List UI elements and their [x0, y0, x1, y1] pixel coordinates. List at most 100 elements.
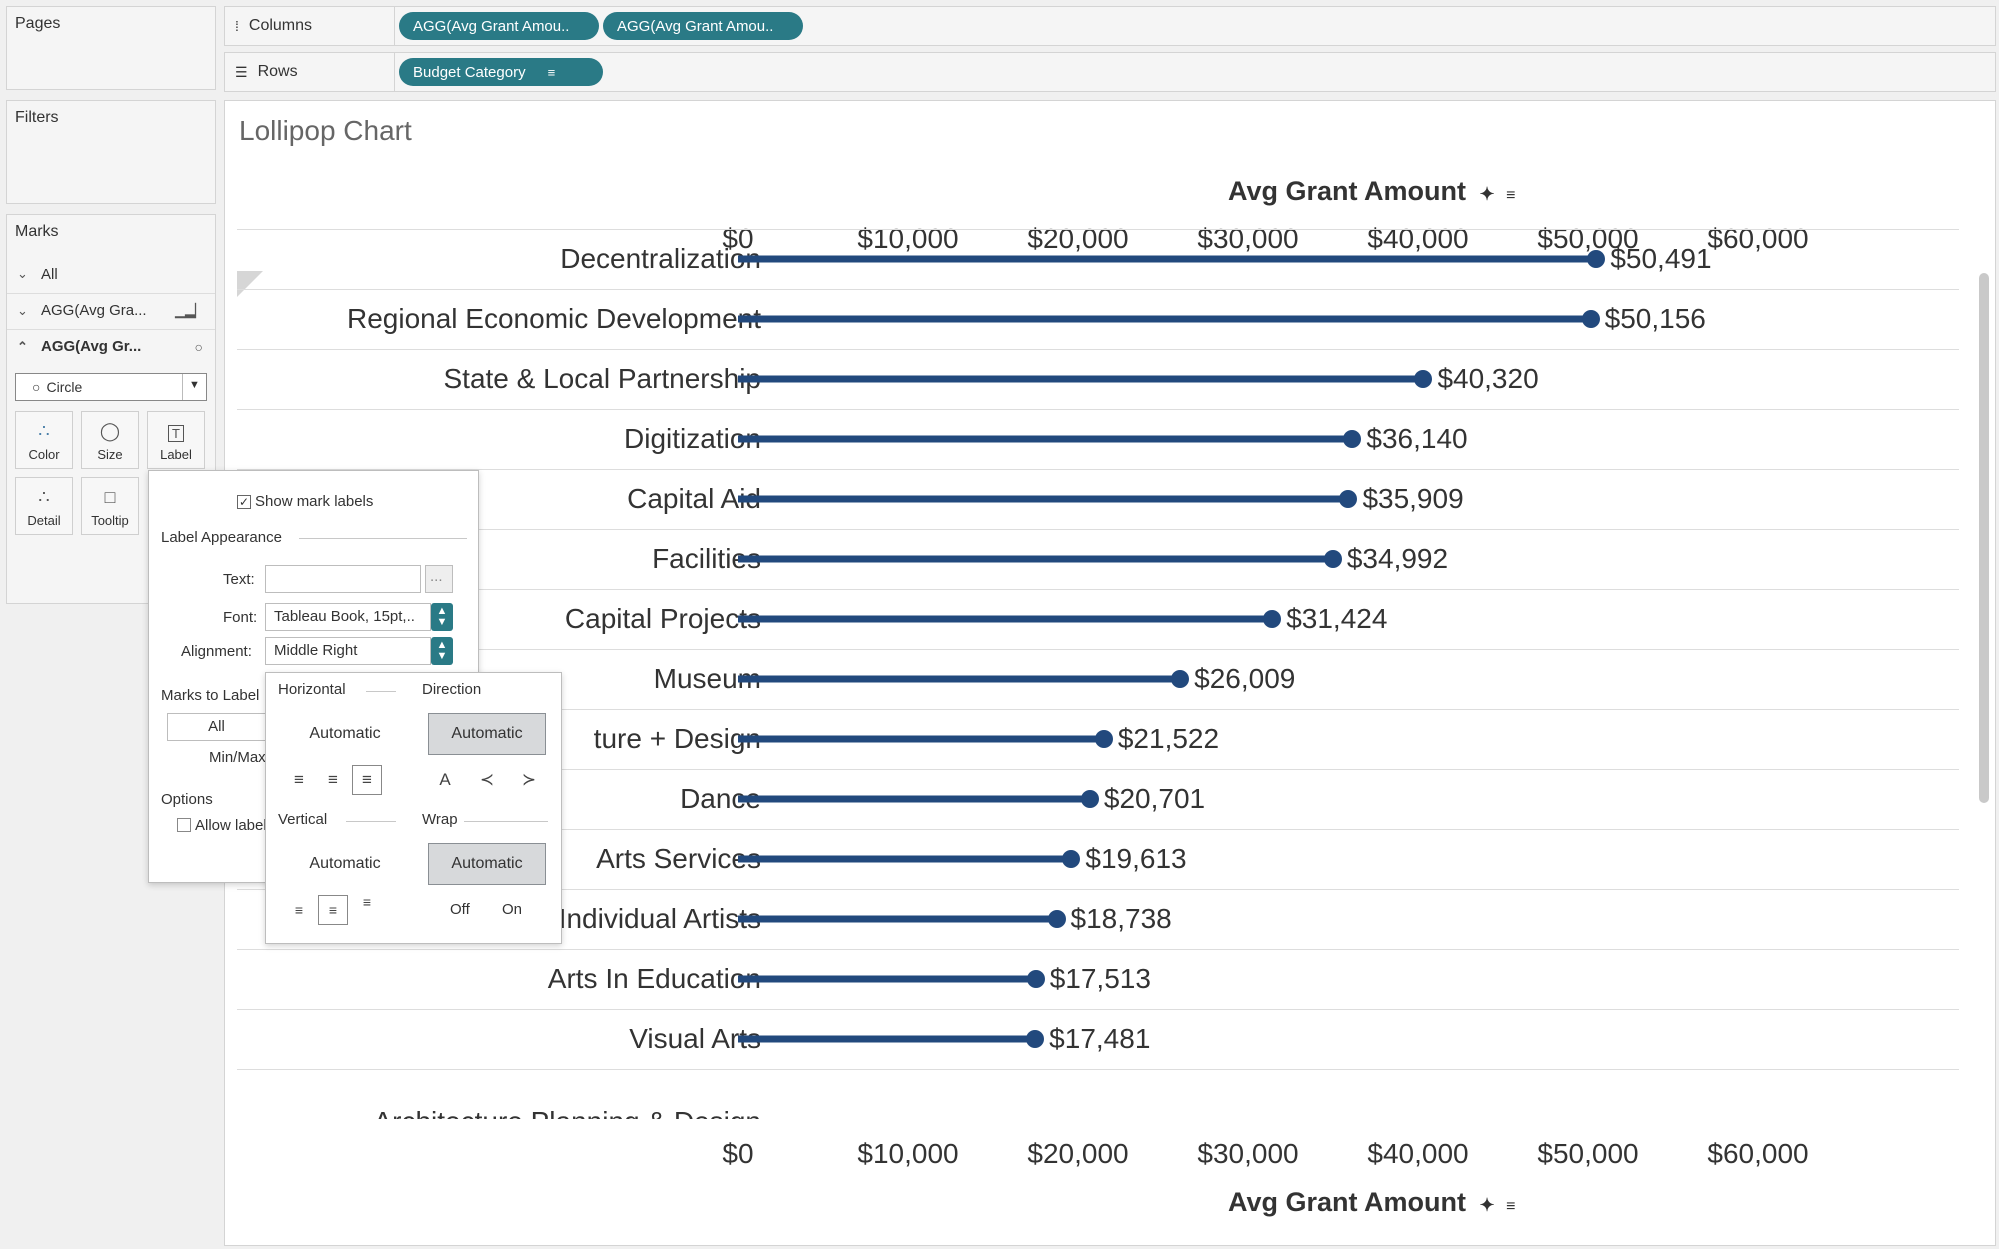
marks-to-label-all[interactable]: All	[167, 713, 265, 741]
alignment-dropdown-icon[interactable]: ▲ ▼	[431, 637, 453, 665]
text-edit-button[interactable]: ...	[425, 565, 453, 593]
category-label[interactable]: Decentralization	[560, 243, 761, 275]
tooltip-bubble-icon: □	[104, 487, 116, 507]
marks-card-label: All	[41, 265, 58, 283]
show-labels-text: Show mark labels	[255, 493, 374, 510]
category-label[interactable]: Arts Services	[596, 843, 761, 875]
color-button[interactable]: ∴ Color	[15, 411, 73, 469]
direction-horizontal-icon[interactable]: A	[430, 765, 460, 795]
lollipop-dot[interactable]	[1062, 850, 1081, 868]
lollipop-stick[interactable]	[738, 435, 1353, 443]
category-label[interactable]: ture + Design	[594, 723, 761, 755]
dropdown-arrow-icon: ▼	[182, 374, 206, 400]
filters-pane[interactable]: Filters	[6, 100, 216, 204]
data-label: $31,424	[1286, 603, 1388, 634]
lollipop-dot[interactable]	[1587, 250, 1606, 268]
color-dots-icon: ∴	[38, 421, 50, 441]
wrap-off-option[interactable]: Off	[450, 901, 470, 918]
top-axis-title[interactable]: Avg Grant Amount ✦ ≡	[1228, 176, 1515, 207]
align-top-icon[interactable]: ≡	[352, 887, 382, 917]
marks-card-all[interactable]: ⌄ All	[7, 257, 215, 291]
tooltip-button[interactable]: □ Tooltip	[81, 477, 139, 535]
pages-pane: Pages	[6, 6, 216, 90]
lollipop-stick[interactable]	[738, 375, 1424, 383]
lollipop-dot[interactable]	[1047, 910, 1066, 928]
row-pill-label: Budget Category	[413, 63, 526, 81]
row-divider	[237, 589, 1959, 590]
marks-card-bar[interactable]: ⌄ AGG(Avg Gra... ▁▂▏	[7, 293, 215, 327]
column-pill-1[interactable]: AGG(Avg Grant Amou..	[399, 12, 599, 40]
lollipop-dot[interactable]	[1323, 550, 1342, 568]
bottom-axis-title[interactable]: Avg Grant Amount ✦ ≡	[1228, 1187, 1515, 1218]
color-button-label: Color	[28, 447, 60, 462]
mark-type-select[interactable]: ○ Circle ▼	[15, 373, 207, 401]
top-axis-tick-label: $60,000	[1707, 223, 1809, 254]
lollipop-stick[interactable]	[738, 1035, 1036, 1043]
category-label[interactable]: Individual Artists	[559, 903, 761, 935]
font-select[interactable]: Tableau Book, 15pt,..	[265, 603, 431, 631]
lollipop-dot[interactable]	[1171, 670, 1190, 688]
lollipop-stick[interactable]	[738, 555, 1333, 563]
lollipop-dot[interactable]	[1026, 1030, 1045, 1048]
lollipop-stick[interactable]	[738, 315, 1591, 323]
text-field[interactable]	[265, 565, 421, 593]
row-divider	[237, 649, 1959, 650]
lollipop-stick[interactable]	[738, 615, 1273, 623]
lollipop-stick[interactable]	[738, 255, 1597, 263]
marks-card-circle[interactable]: ⌃ AGG(Avg Gr... ○	[7, 329, 215, 363]
align-right-icon[interactable]: ≡	[352, 765, 382, 795]
show-labels-checkbox[interactable]: ✓ Show mark labels	[237, 493, 373, 510]
lollipop-stick[interactable]	[738, 795, 1090, 803]
category-label[interactable]: State & Local Partnership	[443, 363, 761, 395]
detail-button[interactable]: ∴ Detail	[15, 477, 73, 535]
lollipop-stick[interactable]	[738, 675, 1181, 683]
vertical-scrollbar[interactable]	[1979, 273, 1989, 803]
wrap-on-option[interactable]: On	[502, 901, 522, 918]
data-label: $36,140	[1366, 423, 1468, 454]
alignment-select[interactable]: Middle Right	[265, 637, 431, 665]
rows-shelf[interactable]: ☰ Rows Budget Category ≡	[224, 52, 1996, 92]
lollipop-dot[interactable]	[1414, 370, 1433, 388]
align-middle-icon[interactable]: ≡	[318, 895, 348, 925]
direction-up-icon[interactable]: ≺	[472, 765, 502, 795]
columns-shelf-label: ⁞ Columns	[225, 7, 395, 45]
min-max-option[interactable]: Min/Max	[209, 749, 265, 766]
row-pill-budget-category[interactable]: Budget Category ≡	[399, 58, 603, 86]
lollipop-dot[interactable]	[1094, 730, 1113, 748]
category-label[interactable]: Regional Economic Development	[347, 303, 761, 335]
direction-down-icon[interactable]: ≻	[514, 765, 544, 795]
text-field-label: Text:	[223, 571, 255, 588]
lollipop-stick[interactable]	[738, 855, 1072, 863]
columns-shelf[interactable]: ⁞ Columns AGG(Avg Grant Amou.. AGG(Avg G…	[224, 6, 1996, 46]
lollipop-dot[interactable]	[1080, 790, 1099, 808]
bar-chart-icon: ▁▂▏	[175, 302, 205, 318]
lollipop-stick[interactable]	[738, 495, 1349, 503]
lollipop-dot[interactable]	[1343, 430, 1362, 448]
sort-icon: ≡	[1506, 187, 1516, 204]
allow-labels-checkbox[interactable]: Allow labels	[177, 817, 265, 834]
direction-heading: Direction	[422, 681, 482, 698]
lollipop-dot[interactable]	[1263, 610, 1282, 628]
detail-button-label: Detail	[27, 513, 61, 528]
align-left-icon[interactable]: ≡	[284, 765, 314, 795]
wrap-automatic-button[interactable]: Automatic	[428, 843, 546, 885]
font-dropdown-icon[interactable]: ▲ ▼	[431, 603, 453, 631]
category-label[interactable]: Capital Projects	[565, 603, 761, 635]
lollipop-stick[interactable]	[738, 975, 1036, 983]
direction-automatic-button[interactable]: Automatic	[428, 713, 546, 755]
vertical-automatic-button[interactable]: Automatic	[286, 843, 404, 885]
align-bottom-icon[interactable]: ≡	[284, 895, 314, 925]
column-pill-2[interactable]: AGG(Avg Grant Amou..	[603, 12, 803, 40]
lollipop-dot[interactable]	[1581, 310, 1600, 328]
chevron-down-icon: ⌄	[17, 302, 28, 318]
align-center-icon[interactable]: ≡	[318, 765, 348, 795]
label-button[interactable]: T Label	[147, 411, 205, 469]
lollipop-stick[interactable]	[738, 735, 1104, 743]
size-button[interactable]: ◯ Size	[81, 411, 139, 469]
category-label[interactable]: Arts In Education	[548, 963, 761, 995]
chevron-up-icon: ⌃	[17, 338, 28, 354]
lollipop-stick[interactable]	[738, 915, 1057, 923]
lollipop-dot[interactable]	[1339, 490, 1358, 508]
horizontal-automatic-button[interactable]: Automatic	[286, 713, 404, 755]
lollipop-dot[interactable]	[1026, 970, 1045, 988]
